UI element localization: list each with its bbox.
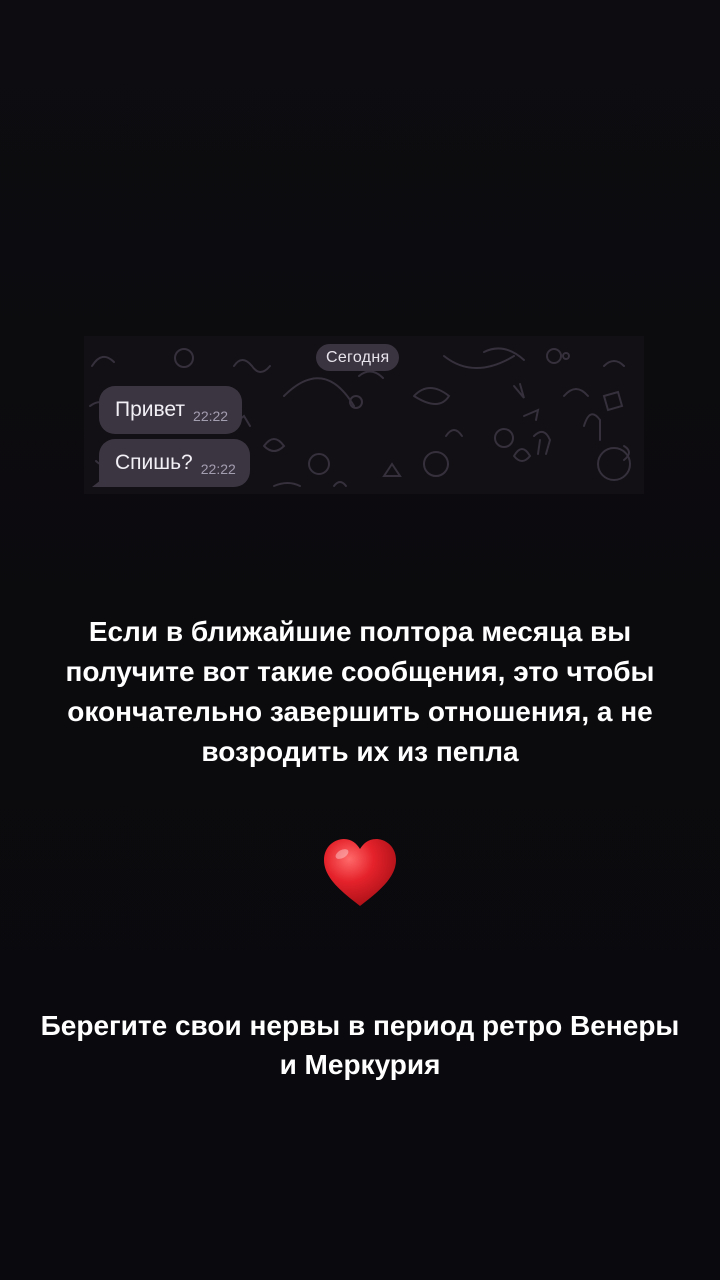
incoming-message[interactable]: Спишь? 22:22	[99, 439, 250, 487]
message-time: 22:22	[200, 461, 236, 477]
incoming-message[interactable]: Привет 22:22	[99, 386, 243, 434]
date-separator: Сегодня	[316, 344, 400, 371]
message-time: 22:22	[193, 408, 229, 424]
story-footer-caption: Берегите свои нервы в период ретро Венер…	[40, 1010, 680, 1080]
message-text: Спишь?	[115, 451, 193, 474]
story-main-caption: Если в ближайшие полтора месяца вы получ…	[65, 616, 655, 767]
story-screen: Сегодня Привет 22:22 Спишь? 22:22 Если в б…	[0, 0, 720, 1280]
message-text: Привет	[115, 398, 186, 421]
red-heart-icon	[324, 839, 396, 906]
chat-screenshot: Сегодня Привет 22:22 Спишь? 22:22	[84, 336, 644, 494]
